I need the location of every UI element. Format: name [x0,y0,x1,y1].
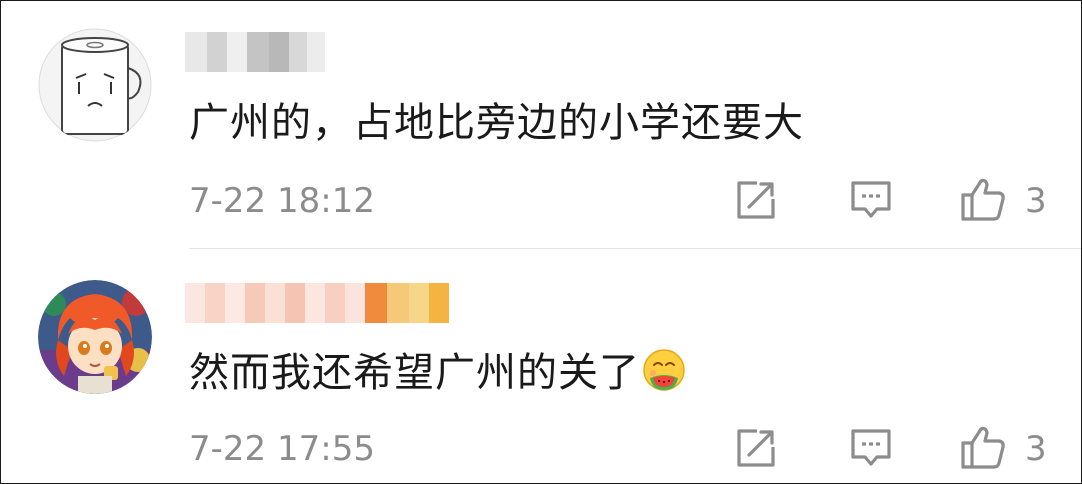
thumbs-up-icon [961,178,1005,221]
anime-character-avatar-icon [38,280,152,394]
comment-icon [851,429,891,466]
comment-icon [851,181,891,218]
reply-button[interactable] [848,177,894,223]
tissue-roll-avatar-icon [38,28,152,142]
avatar[interactable] [38,280,152,394]
share-icon [737,181,775,219]
avatar[interactable] [38,28,152,142]
comment-text-row: 然而我还希望广州的关了 [189,348,686,398]
reply-button[interactable] [848,425,894,471]
smiling-face-eating-watermelon-emoji-icon [643,349,685,391]
comment-item: 然而我还希望广州的关了 7-22 17:55 3 [1,249,1081,483]
comment-text: 然而我还希望广州的关了 [189,350,640,396]
thumbs-up-icon [961,426,1005,469]
like-count: 3 [1025,181,1047,221]
like-button[interactable] [959,423,1007,471]
username-blurred[interactable] [185,32,325,72]
comment-text: 广州的，占地比旁边的小学还要大 [189,100,804,146]
repost-button[interactable] [733,425,779,471]
comment-timestamp: 7-22 17:55 [189,429,375,469]
like-count: 3 [1025,429,1047,469]
username-blurred[interactable] [185,283,449,323]
share-icon [737,429,775,467]
like-button[interactable] [959,175,1007,223]
comment-list: 广州的，占地比旁边的小学还要大 7-22 18:12 3 然而我还希望广州的关了… [0,0,1082,484]
comment-item: 广州的，占地比旁边的小学还要大 7-22 18:12 3 [1,1,1081,241]
repost-button[interactable] [733,177,779,223]
comment-timestamp: 7-22 18:12 [189,181,375,221]
